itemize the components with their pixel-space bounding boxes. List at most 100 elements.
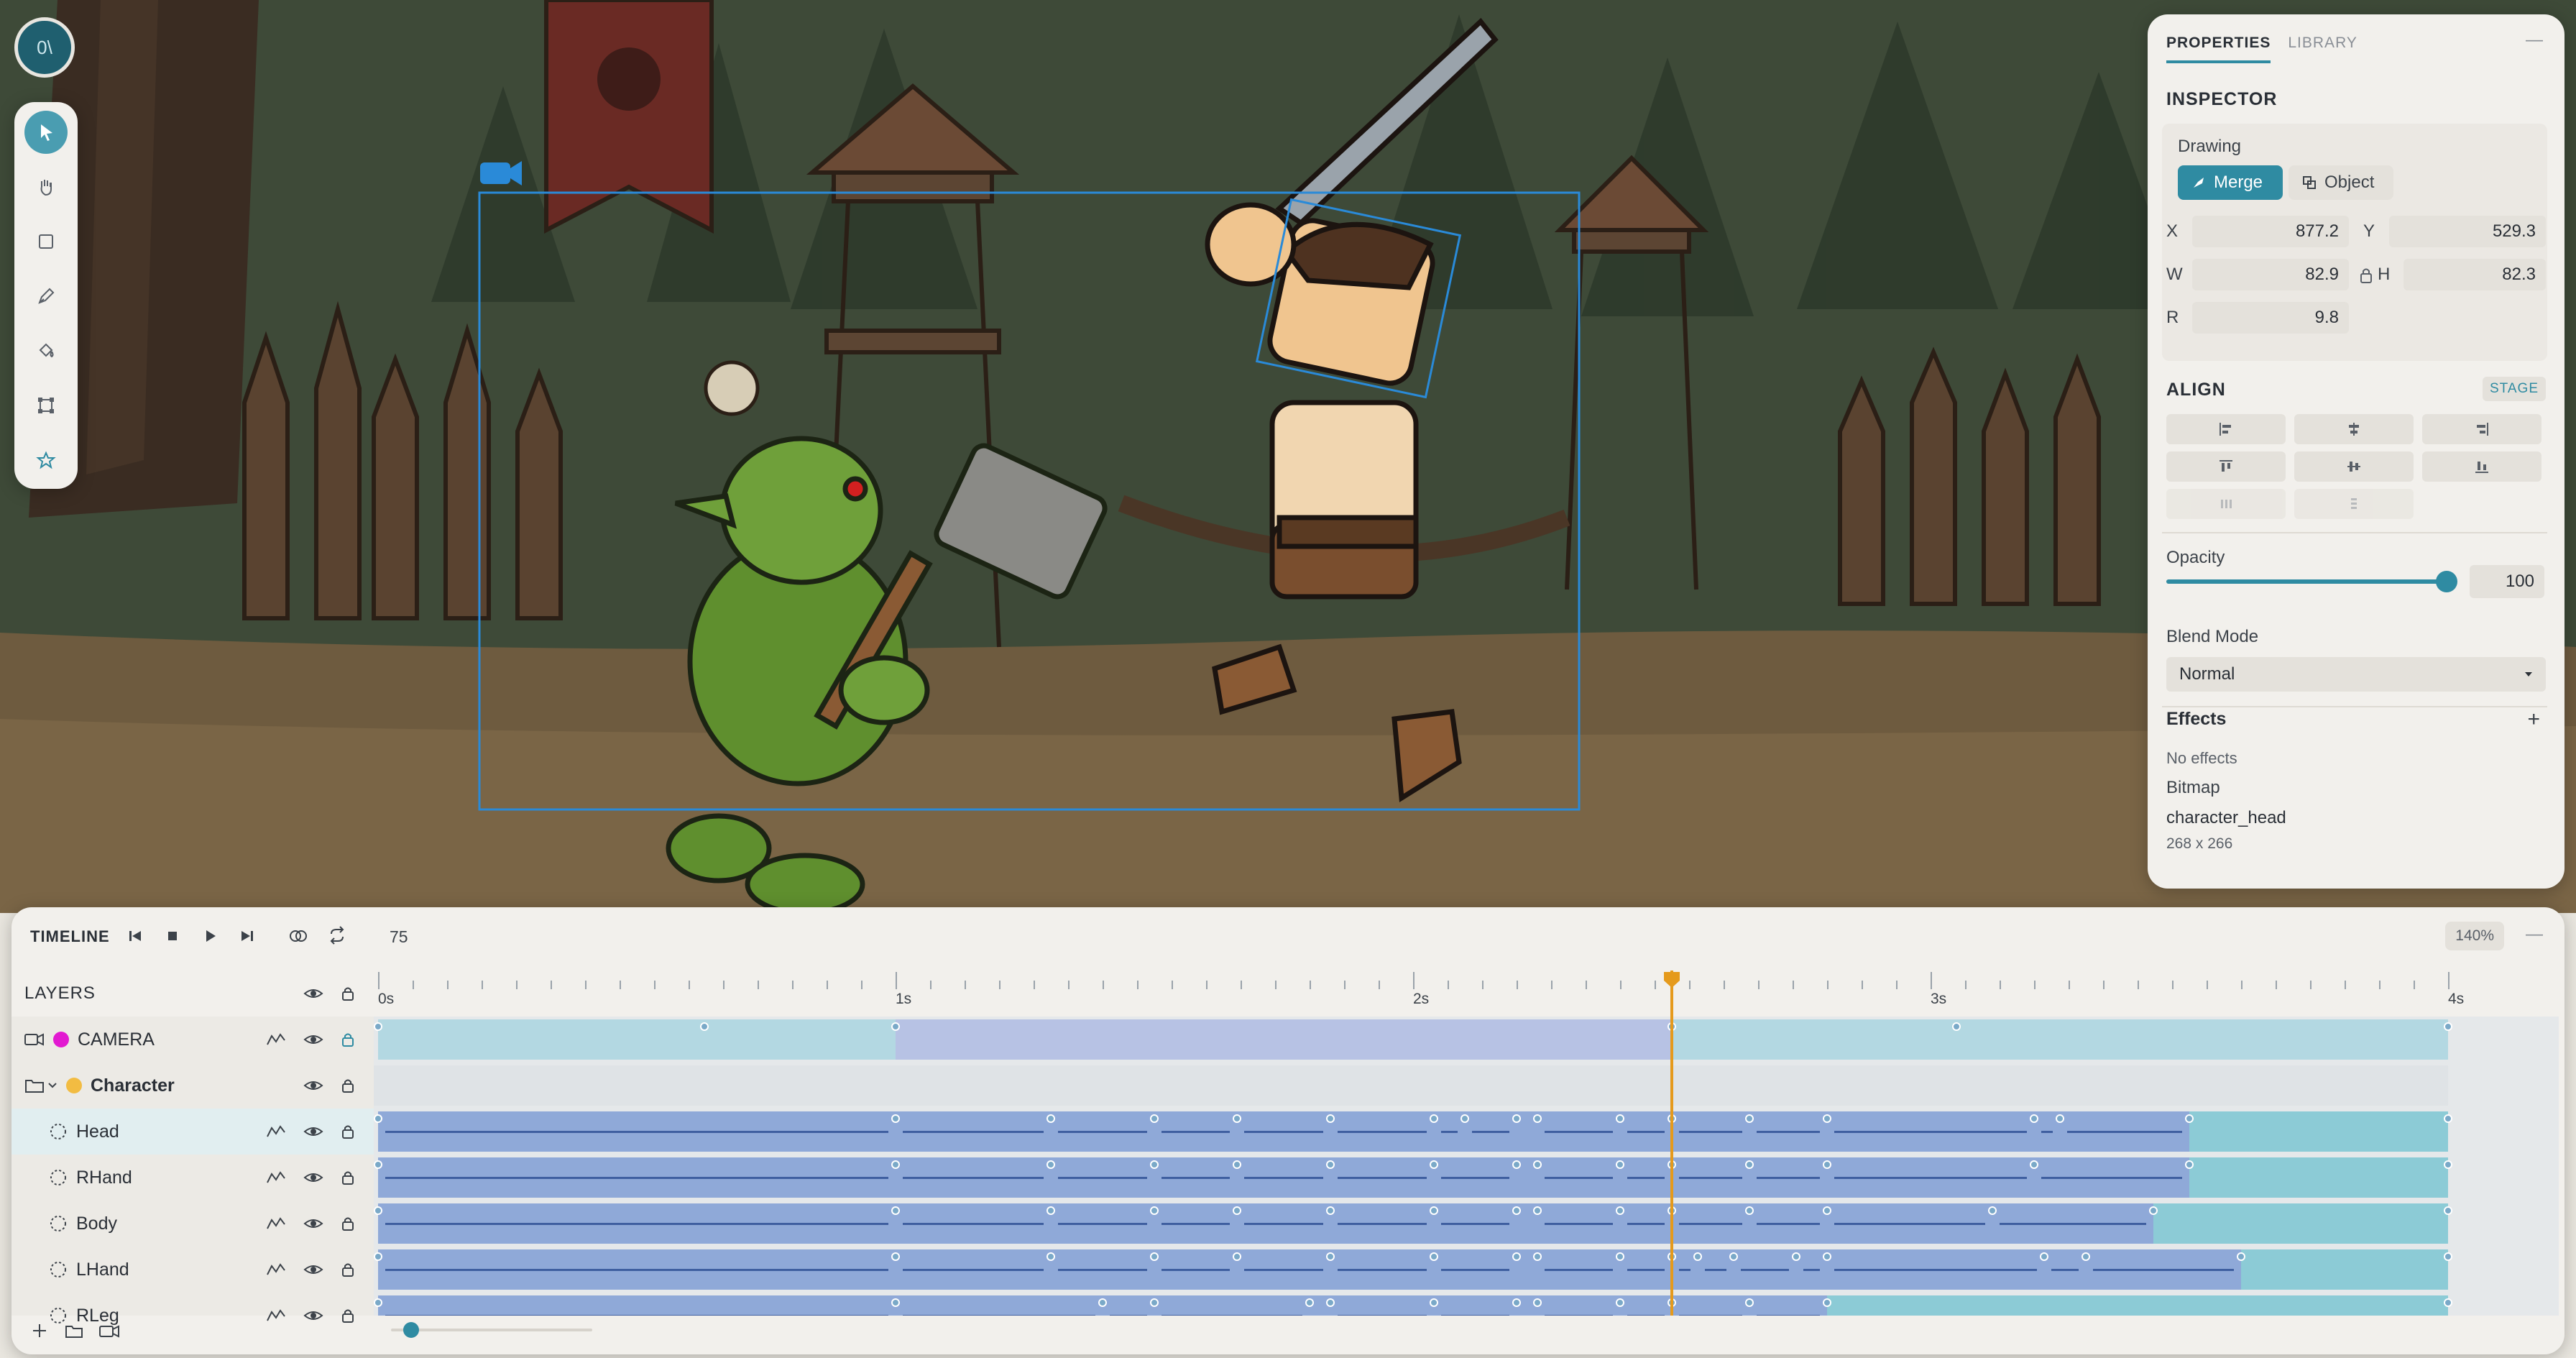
opacity-slider-handle[interactable] xyxy=(2436,571,2457,592)
keyframe[interactable] xyxy=(1512,1298,1521,1307)
keyframe[interactable] xyxy=(699,1022,709,1031)
keyframe[interactable] xyxy=(1532,1252,1542,1261)
align-stage-button[interactable]: STAGE xyxy=(2483,377,2546,401)
keyframe[interactable] xyxy=(1046,1160,1055,1169)
keyframe[interactable] xyxy=(1823,1160,1831,1169)
track-row-rleg[interactable] xyxy=(374,1293,2559,1316)
keyframe[interactable] xyxy=(1046,1206,1055,1215)
keyframe[interactable] xyxy=(1532,1206,1542,1215)
keyframe[interactable] xyxy=(891,1252,900,1261)
keyframe[interactable] xyxy=(374,1114,382,1123)
x-field[interactable]: 877.2 xyxy=(2192,216,2349,247)
keyframe[interactable] xyxy=(1512,1160,1521,1169)
keyframe[interactable] xyxy=(1325,1114,1335,1123)
keyframe[interactable] xyxy=(1616,1206,1624,1215)
graph-icon[interactable] xyxy=(266,1170,286,1185)
eye-icon[interactable] xyxy=(303,1308,323,1323)
layer-row-body[interactable]: Body xyxy=(12,1201,374,1247)
chevron-down-icon[interactable] xyxy=(47,1082,58,1089)
time-ruler[interactable]: 0s 1s 2s 3s 4s xyxy=(374,971,2559,1017)
layer-row-lhand[interactable]: LHand xyxy=(12,1247,374,1293)
keyframe[interactable] xyxy=(1150,1160,1159,1169)
add-folder-icon[interactable] xyxy=(63,1320,85,1341)
transform-tool-button[interactable] xyxy=(24,384,68,427)
keyframe[interactable] xyxy=(1512,1206,1521,1215)
collapse-properties-button[interactable]: — xyxy=(2526,30,2543,50)
align-center-h-button[interactable] xyxy=(2294,414,2414,444)
merge-mode-button[interactable]: Merge xyxy=(2178,165,2283,200)
keyframe[interactable] xyxy=(1616,1114,1624,1123)
onion-skin-button[interactable]: 0\ xyxy=(14,17,75,78)
pen-tool-button[interactable] xyxy=(24,275,68,318)
keyframe[interactable] xyxy=(1046,1114,1055,1123)
keyframe[interactable] xyxy=(1150,1206,1159,1215)
keyframe[interactable] xyxy=(2444,1252,2452,1261)
keyframe[interactable] xyxy=(1693,1252,1702,1261)
keyframe[interactable] xyxy=(1512,1252,1521,1261)
eye-icon[interactable] xyxy=(303,1124,323,1139)
add-effect-button[interactable]: + xyxy=(2527,707,2540,732)
keyframe[interactable] xyxy=(2444,1206,2452,1215)
keyframe[interactable] xyxy=(374,1298,382,1307)
rectangle-tool-button[interactable] xyxy=(24,220,68,263)
graph-icon[interactable] xyxy=(266,1124,286,1139)
graph-icon[interactable] xyxy=(266,1262,286,1277)
keyframe[interactable] xyxy=(1460,1114,1469,1123)
keyframe[interactable] xyxy=(1150,1252,1159,1261)
keyframe[interactable] xyxy=(2185,1114,2194,1123)
keyframe[interactable] xyxy=(1823,1114,1831,1123)
eye-icon[interactable] xyxy=(303,1170,323,1185)
keyframe[interactable] xyxy=(1745,1114,1754,1123)
align-left-button[interactable] xyxy=(2166,414,2286,444)
lock-ratio-icon[interactable] xyxy=(2359,266,2373,285)
lock-icon[interactable] xyxy=(341,1307,355,1324)
zoom-level[interactable]: 140% xyxy=(2445,922,2504,950)
track-row-body[interactable] xyxy=(374,1201,2559,1247)
frame-counter[interactable]: 75 xyxy=(390,927,408,947)
eye-icon[interactable] xyxy=(303,986,323,1001)
align-right-button[interactable] xyxy=(2422,414,2542,444)
layer-row-head[interactable]: Head xyxy=(12,1109,374,1155)
hand-tool-button[interactable] xyxy=(24,165,68,208)
blend-mode-select[interactable]: Normal xyxy=(2166,657,2546,692)
keyframe[interactable] xyxy=(1823,1252,1831,1261)
layer-row-character[interactable]: Character xyxy=(12,1063,374,1109)
keyframe[interactable] xyxy=(1098,1298,1107,1307)
lock-icon[interactable] xyxy=(341,1215,355,1232)
keyframe[interactable] xyxy=(2148,1206,2158,1215)
playhead-handle[interactable] xyxy=(1662,971,1681,989)
collapse-timeline-button[interactable]: — xyxy=(2526,925,2543,945)
graph-icon[interactable] xyxy=(266,1032,286,1047)
opacity-field[interactable]: 100 xyxy=(2470,565,2544,598)
keyframe[interactable] xyxy=(2444,1022,2452,1031)
tab-properties[interactable]: PROPERTIES xyxy=(2166,35,2271,63)
keyframe[interactable] xyxy=(2444,1160,2452,1169)
opacity-slider-track[interactable] xyxy=(2166,571,2457,592)
loop-icon[interactable] xyxy=(326,925,348,946)
keyframe[interactable] xyxy=(2444,1114,2452,1123)
timeline-scrollbar[interactable] xyxy=(391,1322,592,1338)
lock-icon[interactable] xyxy=(341,1077,355,1094)
keyframe[interactable] xyxy=(891,1114,900,1123)
keyframe[interactable] xyxy=(1325,1252,1335,1261)
lock-icon[interactable] xyxy=(341,1169,355,1186)
track-row-lhand[interactable] xyxy=(374,1247,2559,1293)
keyframe[interactable] xyxy=(1429,1206,1438,1215)
tab-library[interactable]: LIBRARY xyxy=(2288,35,2358,63)
play-icon[interactable] xyxy=(200,926,220,946)
keyframe[interactable] xyxy=(1532,1114,1542,1123)
keyframe[interactable] xyxy=(1429,1160,1438,1169)
keyframe[interactable] xyxy=(1616,1160,1624,1169)
height-field[interactable]: 82.3 xyxy=(2404,259,2546,290)
eye-icon[interactable] xyxy=(303,1216,323,1231)
keyframe[interactable] xyxy=(2030,1114,2038,1123)
fill-tool-button[interactable] xyxy=(24,329,68,372)
lock-icon[interactable] xyxy=(341,1261,355,1278)
graph-icon[interactable] xyxy=(266,1216,286,1231)
eye-icon[interactable] xyxy=(303,1032,323,1047)
select-tool-button[interactable] xyxy=(24,111,68,154)
keyframe[interactable] xyxy=(1532,1160,1542,1169)
track-row-head[interactable] xyxy=(374,1109,2559,1155)
keyframe[interactable] xyxy=(374,1022,382,1031)
stop-icon[interactable] xyxy=(162,926,183,946)
